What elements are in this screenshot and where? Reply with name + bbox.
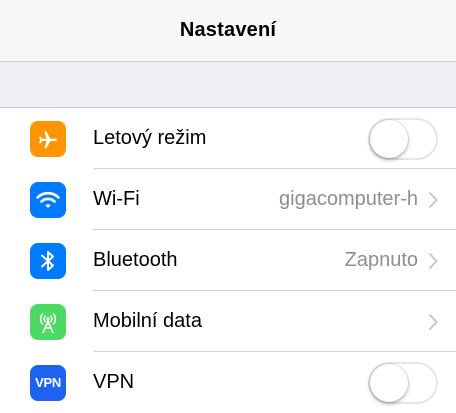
toggle-knob [370,363,408,402]
wifi-icon [30,181,66,218]
chevron-right-icon [428,191,438,209]
chevron-right-icon [428,252,438,270]
vpn-toggle[interactable] [368,361,438,404]
navigation-bar: Nastavení [0,0,456,62]
airplane-icon [30,120,66,157]
wifi-network-name: gigacomputer-h [279,188,418,210]
page-title: Nastavení [179,19,277,41]
row-label: VPN [93,371,135,393]
row-label: Bluetooth [93,249,178,271]
antenna-icon [30,303,66,340]
vpn-icon-text: VPN [35,375,61,390]
settings-row-airplane-mode[interactable]: Letový režim [0,108,456,169]
settings-row-wifi[interactable]: Wi-Fi gigacomputer-h [0,169,456,230]
vpn-icon: VPN [30,364,66,401]
row-label: Wi-Fi [93,188,140,210]
section-spacer [0,62,456,108]
row-label: Mobilní data [93,310,202,332]
toggle-knob [370,119,408,158]
chevron-right-icon [428,313,438,331]
bluetooth-status: Zapnuto [344,249,418,271]
row-label: Letový režim [93,127,207,149]
settings-list: Letový režim Wi-Fi gigacomputer-h Blueto… [0,108,456,413]
bluetooth-icon [30,242,66,279]
airplane-mode-toggle[interactable] [368,117,438,160]
settings-row-vpn[interactable]: VPN VPN [0,352,456,413]
settings-row-mobile-data[interactable]: Mobilní data [0,291,456,352]
settings-row-bluetooth[interactable]: Bluetooth Zapnuto [0,230,456,291]
